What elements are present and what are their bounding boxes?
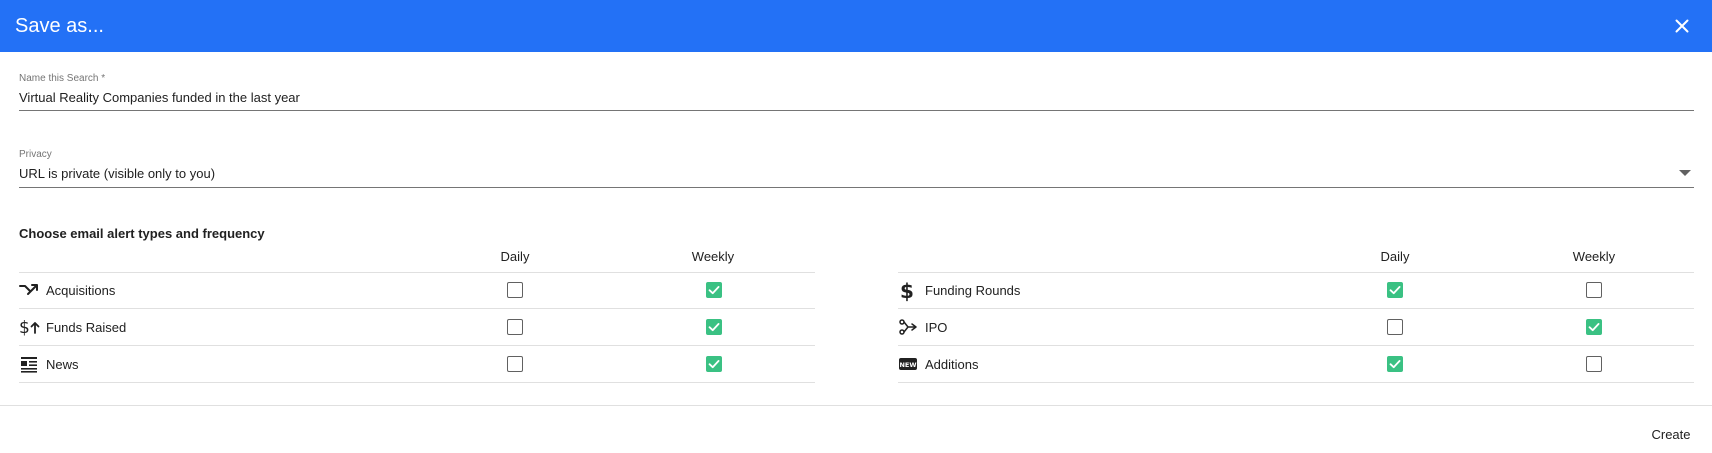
daily-checkbox[interactable] (1387, 319, 1403, 335)
weekly-checkbox[interactable] (706, 282, 722, 298)
alert-row-additions: NEW Additions (898, 346, 1694, 383)
svg-text:$: $ (19, 318, 30, 337)
alert-table-left: Daily Weekly Acquisitions $ Funds Raised Ne… (19, 248, 815, 386)
alert-type-label: Additions (925, 357, 979, 372)
dollar-up-icon: $ (19, 317, 40, 338)
dialog-header: Save as... (0, 0, 1712, 52)
footer-divider (0, 405, 1712, 406)
weekly-checkbox[interactable] (706, 319, 722, 335)
alert-type-label: Funding Rounds (925, 283, 1021, 298)
alert-row-news: News (19, 346, 815, 383)
dropdown-arrow-icon[interactable] (1679, 170, 1691, 176)
dollar-icon: $ (898, 279, 918, 303)
privacy-value[interactable]: URL is private (visible only to you) (19, 166, 215, 181)
daily-column-header: Daily (500, 249, 530, 264)
dialog-title: Save as... (15, 15, 104, 37)
alert-type-label: Funds Raised (46, 320, 127, 335)
ipo-icon (898, 317, 918, 337)
weekly-checkbox[interactable] (1586, 356, 1602, 372)
acquisition-arrow-icon (19, 280, 39, 300)
svg-text:NEW: NEW (899, 361, 916, 369)
close-icon[interactable] (1670, 14, 1694, 38)
privacy-select[interactable]: Privacy URL is private (visible only to … (19, 148, 1694, 188)
weekly-checkbox[interactable] (1586, 319, 1602, 335)
alert-type-label: News (46, 357, 79, 372)
alert-type-label: IPO (925, 320, 948, 335)
alert-section-heading: Choose email alert types and frequency (19, 226, 265, 241)
privacy-label: Privacy (19, 149, 52, 160)
alert-type-label: Acquisitions (46, 283, 116, 298)
alert-row-ipo: IPO (898, 309, 1694, 346)
weekly-checkbox[interactable] (1586, 282, 1602, 298)
daily-column-header: Daily (1380, 249, 1410, 264)
svg-text:$: $ (900, 280, 914, 302)
daily-checkbox[interactable] (1387, 356, 1403, 372)
daily-checkbox[interactable] (507, 356, 523, 372)
new-badge-icon: NEW (898, 354, 918, 374)
daily-checkbox[interactable] (507, 319, 523, 335)
alert-table-right: Daily Weekly $ Funding Rounds IPO NEW Additi… (898, 248, 1694, 386)
weekly-column-header: Weekly (1572, 249, 1616, 264)
newspaper-icon (19, 354, 39, 374)
alert-row-funding-rounds: $ Funding Rounds (898, 272, 1694, 309)
daily-checkbox[interactable] (507, 282, 523, 298)
weekly-column-header: Weekly (691, 249, 735, 264)
search-name-label: Name this Search * (19, 73, 106, 84)
alert-row-funds-raised: $ Funds Raised (19, 309, 815, 346)
daily-checkbox[interactable] (1387, 282, 1403, 298)
search-name-field[interactable]: Name this Search * Virtual Reality Compa… (19, 70, 1694, 111)
search-name-input[interactable]: Virtual Reality Companies funded in the … (19, 90, 300, 105)
weekly-checkbox[interactable] (706, 356, 722, 372)
alert-row-acquisitions: Acquisitions (19, 272, 815, 309)
create-button[interactable]: Create (1640, 424, 1702, 446)
